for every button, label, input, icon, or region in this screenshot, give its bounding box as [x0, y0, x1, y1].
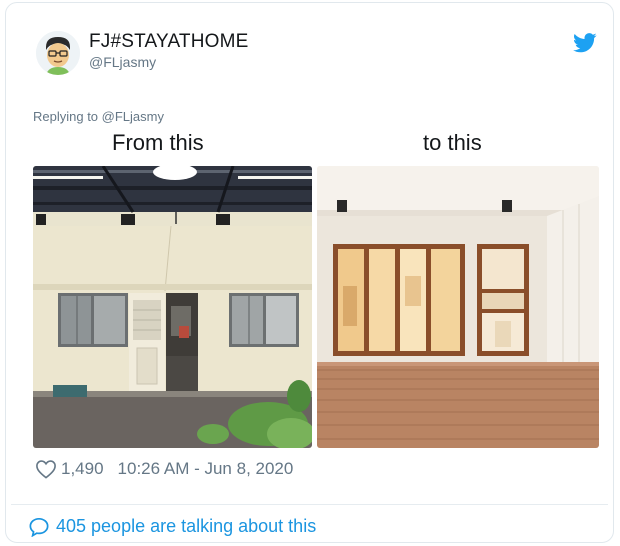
- reply-context: Replying to @FLjasmy: [33, 109, 164, 124]
- after-photo[interactable]: [317, 166, 599, 448]
- divider: [11, 504, 608, 505]
- tweet-timestamp[interactable]: 10:26 AM - Jun 8, 2020: [118, 459, 294, 479]
- avatar[interactable]: [36, 31, 80, 75]
- before-photo-illustration: [33, 166, 312, 448]
- user-handle[interactable]: @FLjasmy: [89, 54, 156, 70]
- tweet-card: FJ#STAYATHOME @FLjasmy Replying to @FLja…: [5, 2, 614, 543]
- tweet-meta: 1,490 10:26 AM - Jun 8, 2020: [35, 459, 293, 479]
- twitter-bird-icon[interactable]: [573, 33, 597, 53]
- after-photo-illustration: [317, 166, 599, 448]
- caption-before: From this: [112, 130, 204, 155]
- display-name[interactable]: FJ#STAYATHOME: [89, 31, 249, 53]
- reply-prefix: Replying to: [33, 109, 99, 124]
- speech-bubble-icon: [29, 517, 49, 537]
- before-photo[interactable]: [33, 166, 312, 448]
- like-count[interactable]: 1,490: [61, 459, 104, 479]
- avatar-image: [36, 31, 80, 75]
- heart-icon[interactable]: [35, 459, 57, 479]
- conversation-link[interactable]: 405 people are talking about this: [28, 516, 316, 537]
- conversation-text[interactable]: 405 people are talking about this: [56, 516, 316, 537]
- reply-handle-link[interactable]: @FLjasmy: [102, 109, 164, 124]
- caption-after: to this: [423, 130, 482, 155]
